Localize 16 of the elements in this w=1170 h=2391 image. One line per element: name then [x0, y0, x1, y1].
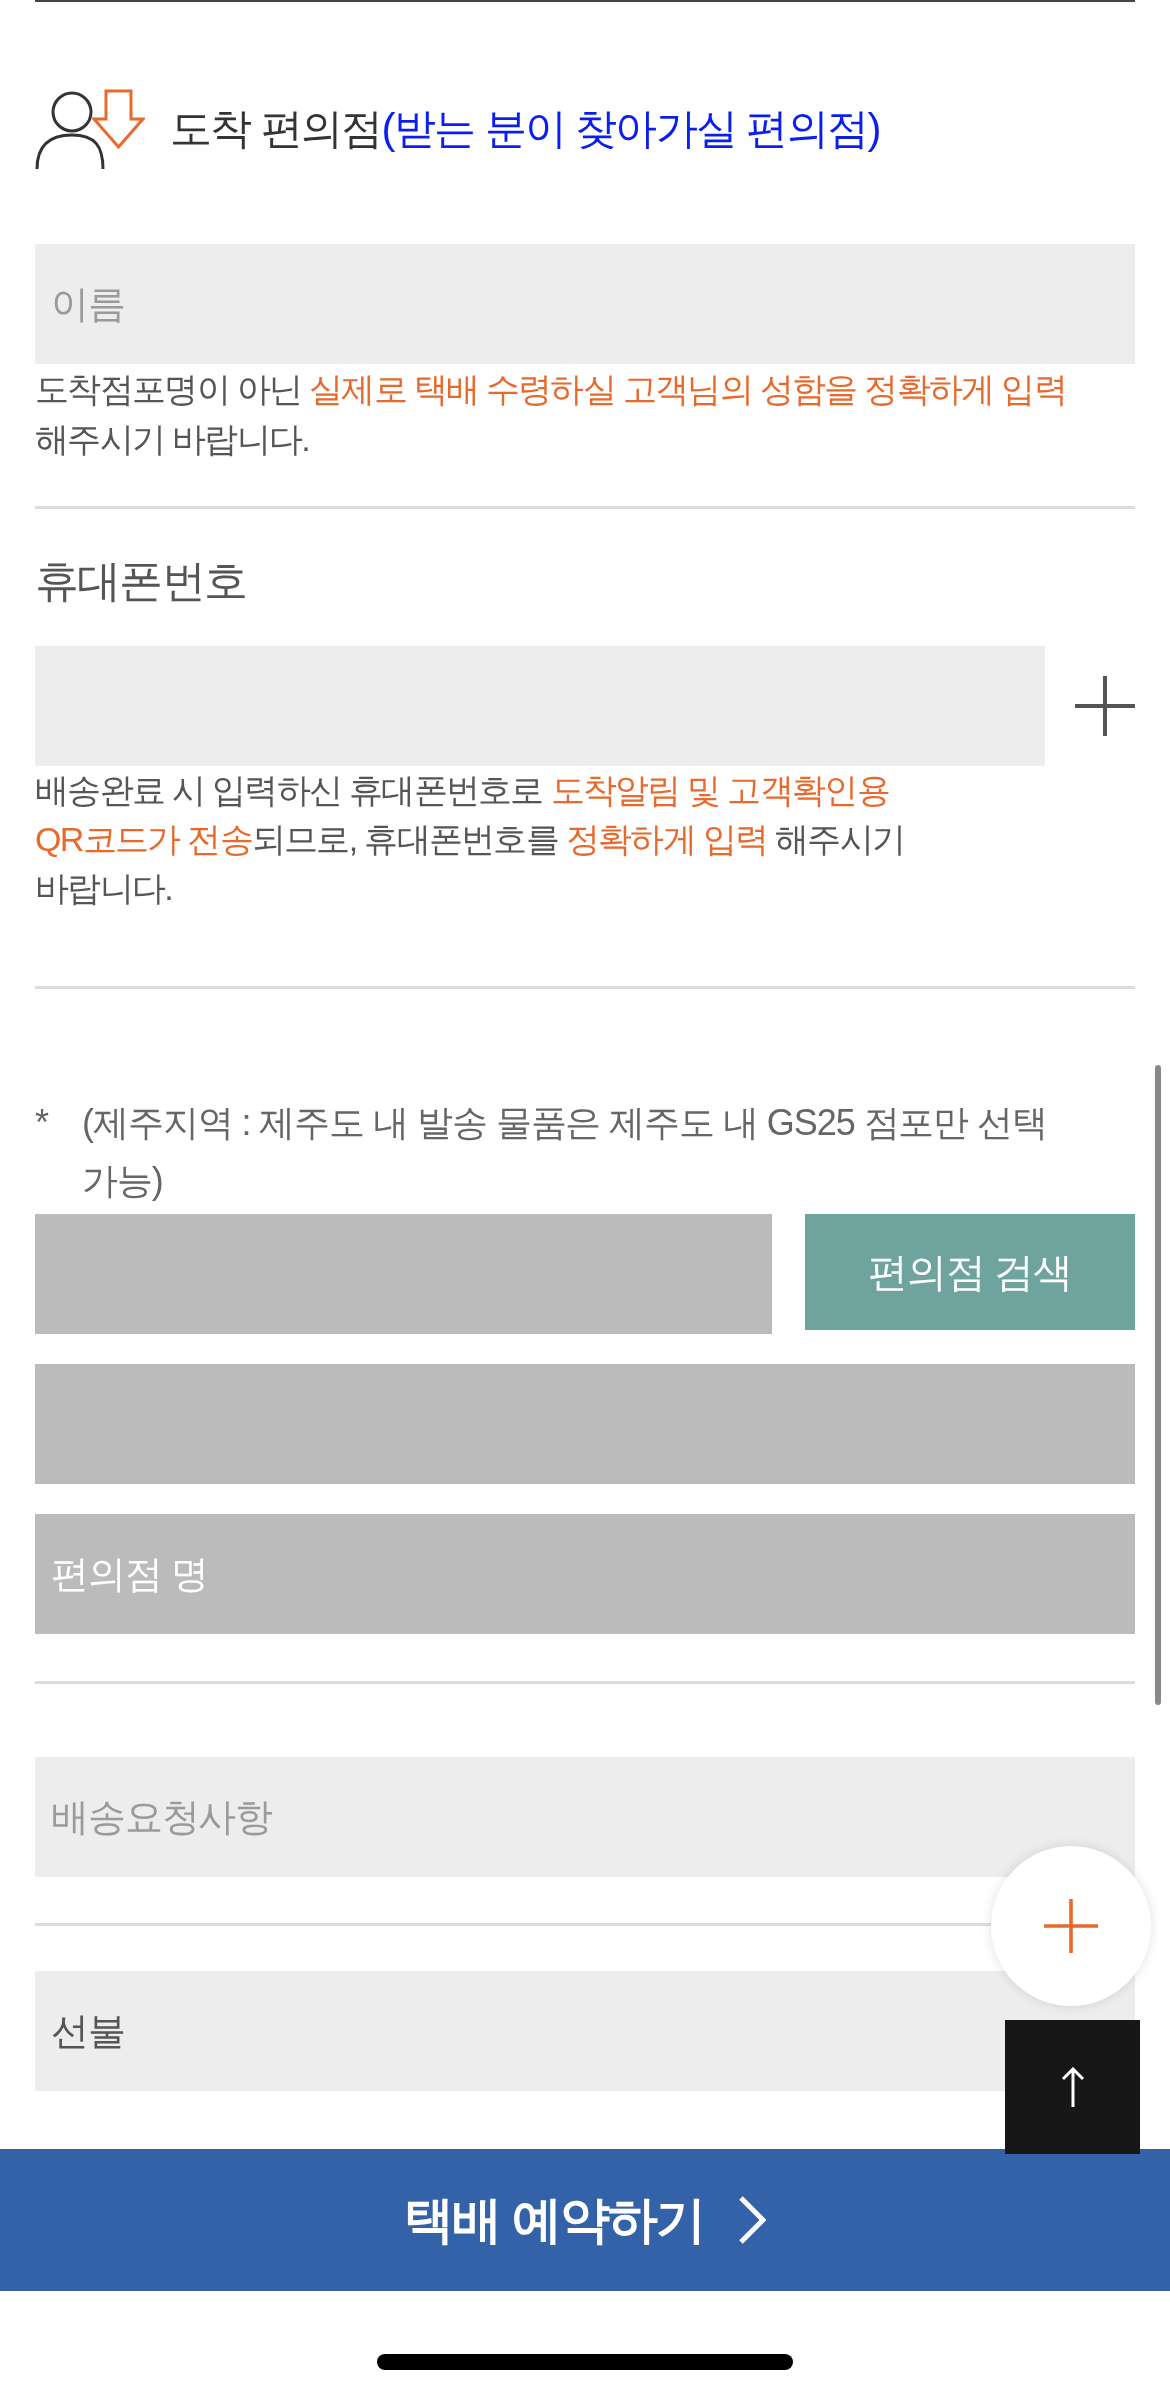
name-field[interactable]: 이름: [35, 244, 1135, 364]
notice-mark: *: [35, 1101, 50, 1145]
request-field[interactable]: 배송요청사항: [35, 1757, 1135, 1877]
scroll-top-button[interactable]: [1005, 2020, 1140, 2154]
help-text: 도착점포명이 아닌 실제로 택배 수령하실 고객님의 성함을 정확하게 입력 해주시기 바랍니다.: [35, 369, 1067, 460]
payment-field[interactable]: 선불: [35, 1971, 1135, 2091]
plus-icon: [1044, 1899, 1098, 1953]
person-down-arrow-icon: [35, 88, 145, 170]
plus-icon[interactable]: [1075, 676, 1135, 736]
help-text: 배송완료 시 입력하신 휴대폰번호로 도착알림 및 고객확인용 QR코드가 전송되므로, 휴대폰번호를 정확하게 입력 해주시기 바랍니다.: [35, 770, 906, 909]
section-title: 도착 편의점(받는 분이 찾아가실 편의점): [170, 108, 880, 150]
submit-button[interactable]: 택배 예약하기: [0, 2149, 1170, 2291]
field-label: 휴대폰번호: [35, 555, 247, 607]
chevron-right-icon: [737, 2195, 766, 2245]
notice-text: (제주지역 : 제주도 내 발송 물품은 제주도 내 GS25 점포만 선택 가능): [82, 1101, 1049, 1203]
up-arrow-icon: [1060, 2067, 1085, 2107]
